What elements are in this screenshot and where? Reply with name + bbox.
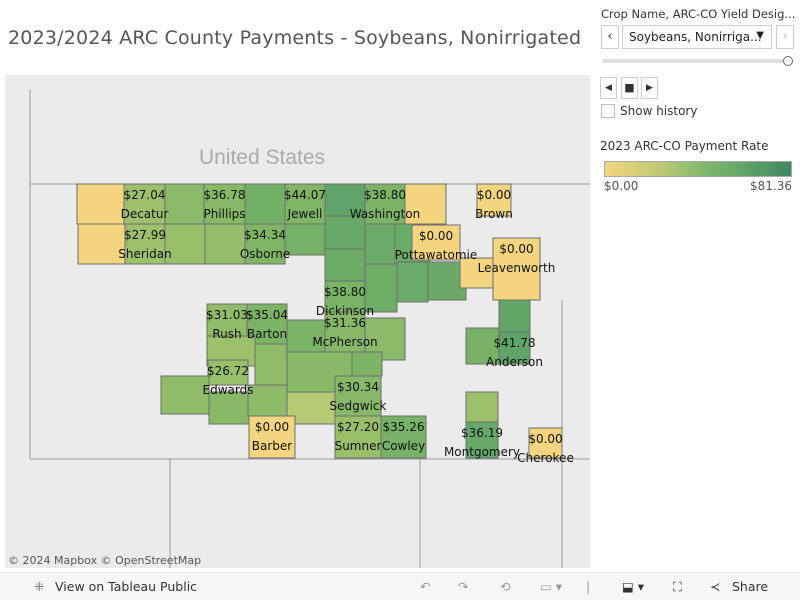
county-value-label: $0.00	[255, 420, 289, 434]
crop-dropdown[interactable]: Soybeans, Nonirriga... ▼	[622, 25, 772, 49]
divider: |	[586, 579, 591, 594]
chevron-right-icon[interactable]: ›	[776, 25, 794, 49]
county-value-label: $26.72	[207, 364, 249, 378]
county-region[interactable]	[254, 343, 288, 386]
page-slider[interactable]	[603, 59, 791, 63]
share-button[interactable]: Share	[732, 579, 768, 594]
map-canvas[interactable]: United States $27.04 Decatur $36.78 Phillips…	[5, 75, 590, 568]
county-value-label: $38.80	[364, 188, 406, 202]
county-value-label: $0.00	[477, 188, 511, 202]
county-value-label: $44.07	[284, 188, 326, 202]
county-name-label: Cowley	[382, 439, 425, 453]
county-name-label: Osborne	[240, 247, 290, 261]
county-value-label: $0.00	[528, 432, 562, 446]
view-on-tableau-link[interactable]: View on Tableau Public	[55, 579, 197, 594]
county-value-label: $35.04	[246, 308, 288, 322]
redo-icon[interactable]: ↷	[458, 579, 468, 594]
fullscreen-icon[interactable]: ⛶	[673, 579, 682, 595]
county-region[interactable]	[498, 299, 531, 333]
county-value-label: $36.78	[204, 188, 246, 202]
county-region[interactable]	[324, 248, 366, 282]
county-name-label: Leavenworth	[478, 261, 556, 275]
refresh-icon[interactable]: ▭ ▾	[540, 579, 562, 594]
county-name-label: Sheridan	[118, 247, 171, 261]
county-value-label: $30.34	[337, 380, 379, 394]
county-value-label: $27.99	[124, 228, 166, 242]
county-region[interactable]	[396, 261, 429, 303]
show-history-label: Show history	[620, 104, 698, 118]
county-name-label: Barber	[252, 439, 293, 453]
county-region[interactable]	[284, 223, 326, 256]
dropdown-value: Soybeans, Nonirriga...	[629, 30, 762, 44]
slider-knob[interactable]	[783, 56, 793, 66]
county-value-label: $27.04	[124, 188, 166, 202]
county-value-label: $35.26	[383, 420, 425, 434]
county-region[interactable]	[164, 183, 206, 225]
chevron-left-icon[interactable]: ‹	[601, 25, 619, 49]
undo-icon[interactable]: ↶	[420, 579, 430, 594]
county-name-label: Edwards	[203, 383, 254, 397]
county-region[interactable]	[76, 183, 125, 225]
revert-icon[interactable]: ⟲	[500, 579, 510, 594]
legend-max: $81.36	[750, 179, 792, 193]
county-name-label: Pottawatomie	[395, 248, 478, 262]
toolbar: ⁜ View on Tableau Public ↶ ↷ ⟲ ▭ ▾ | ⬓ ▾…	[0, 572, 800, 600]
legend-color-ramp	[604, 161, 792, 177]
caret-down-icon: ▼	[756, 30, 764, 41]
county-name-label: Phillips	[203, 207, 245, 221]
county-value-label: $41.78	[494, 336, 536, 350]
share-icon[interactable]: ≺	[710, 579, 720, 594]
county-region[interactable]	[247, 384, 289, 417]
legend-min: $0.00	[604, 179, 639, 193]
county-name-label: Washington	[350, 207, 421, 221]
county-value-label: $36.19	[461, 426, 503, 440]
county-name-label: Jewell	[287, 207, 323, 221]
play-forward-icon[interactable]: ▶	[641, 77, 658, 99]
show-history-checkbox[interactable]	[601, 104, 615, 118]
legend-title: 2023 ARC-CO Payment Rate	[600, 139, 769, 153]
county-name-label: Sumner	[335, 439, 382, 453]
tableau-logo-icon: ⁜	[34, 579, 45, 594]
county-name-label: Sedgwick	[330, 399, 387, 413]
county-region[interactable]	[244, 183, 286, 225]
county-name-label: Decatur	[121, 207, 169, 221]
county-region[interactable]	[465, 391, 499, 423]
dashboard-title: 2023/2024 ARC County Payments - Soybeans…	[8, 27, 582, 49]
play-backward-icon[interactable]: ◀	[600, 77, 617, 99]
stop-icon[interactable]: ■	[621, 77, 638, 99]
county-name-label: Cherokee	[517, 451, 574, 465]
county-name-label: McPherson	[312, 335, 377, 349]
county-name-label: Rush	[212, 327, 241, 341]
county-region[interactable]	[364, 223, 396, 265]
map-attribution[interactable]: © 2024 Mapbox © OpenStreetMap	[8, 554, 201, 567]
county-name-label: Barton	[247, 327, 287, 341]
county-value-label: $31.36	[324, 316, 366, 330]
filter-label: Crop Name, ARC-CO Yield Desig...	[601, 7, 796, 21]
county-name-label: Montgomery	[444, 445, 520, 459]
county-value-label: $31.03	[206, 308, 248, 322]
county-region[interactable]	[351, 351, 383, 377]
map-place-label: United States	[199, 146, 325, 169]
county-name-label: Brown	[475, 207, 513, 221]
county-map[interactable]: United States $27.04 Decatur $36.78 Phillips…	[5, 75, 590, 568]
county-value-label: $0.00	[499, 242, 533, 256]
county-value-label: $34.34	[244, 228, 286, 242]
county-name-label: Anderson	[486, 355, 543, 369]
county-value-label: $38.80	[324, 285, 366, 299]
download-icon[interactable]: ⬓ ▾	[622, 579, 644, 594]
county-value-label: $0.00	[419, 229, 453, 243]
county-value-label: $27.20	[337, 420, 379, 434]
